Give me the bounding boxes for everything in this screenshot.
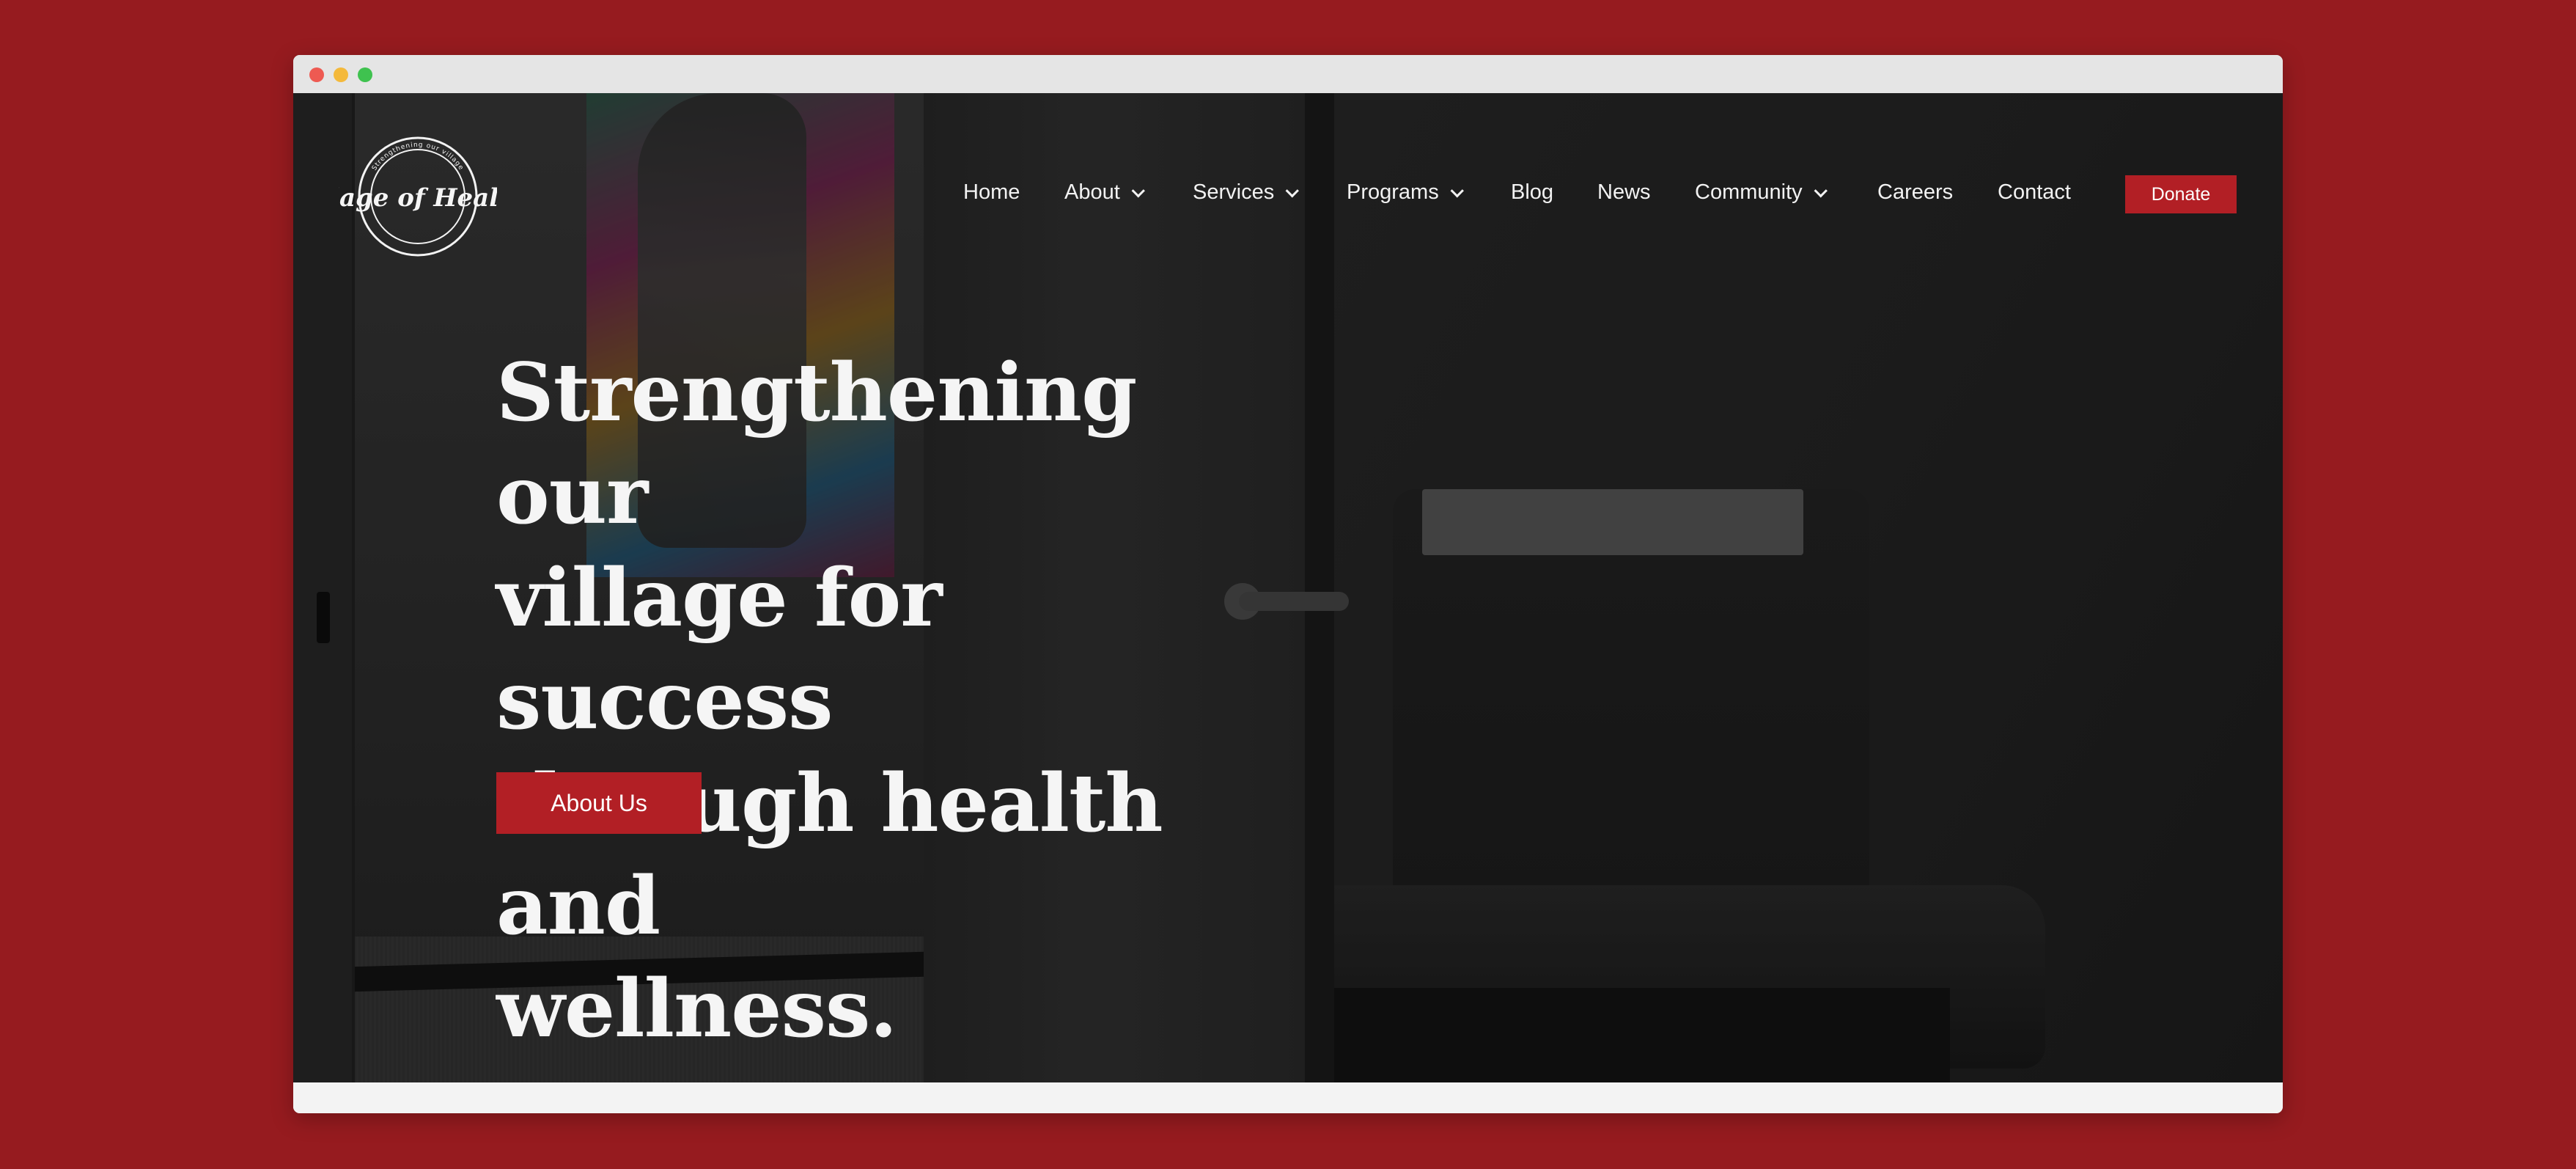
nav-item-label: Community [1695, 180, 1803, 204]
main-navigation: Home About Services Programs Blog News C… [293, 174, 2283, 210]
chevron-down-icon [1814, 184, 1828, 198]
nav-item-blog[interactable]: Blog [1511, 174, 1553, 210]
nav-item-label: About [1064, 180, 1120, 204]
nav-item-services[interactable]: Services [1193, 174, 1300, 210]
nav-item-label: Careers [1877, 180, 1954, 204]
nav-item-about[interactable]: About [1064, 174, 1145, 210]
page-bottom-strip [293, 1082, 2283, 1113]
nav-item-home[interactable]: Home [963, 174, 1020, 210]
hero-title-line: village for success [496, 551, 943, 747]
browser-window: Village of Healing Strengthening our vil… [293, 55, 2283, 1113]
hero-section: Village of Healing Strengthening our vil… [293, 93, 2283, 1082]
browser-titlebar [293, 55, 2283, 93]
donate-button[interactable]: Donate [2125, 175, 2237, 213]
nav-item-label: Programs [1347, 180, 1439, 204]
nav-item-label: Contact [1998, 180, 2071, 204]
about-us-button[interactable]: About Us [496, 772, 702, 834]
nav-item-news[interactable]: News [1597, 174, 1651, 210]
nav-item-label: Blog [1511, 180, 1554, 204]
logo-ring-text: Strengthening our village [371, 142, 464, 172]
hero-title-line: Strengthening our [496, 345, 1137, 542]
nav-item-contact[interactable]: Contact [1998, 174, 2071, 210]
hero-title-line: wellness. [496, 961, 897, 1055]
svg-text:Strengthening our village: Strengthening our village [371, 142, 465, 172]
chevron-down-icon [1131, 184, 1145, 198]
nav-item-community[interactable]: Community [1695, 174, 1828, 210]
nav-item-label: Home [963, 180, 1020, 204]
nav-item-careers[interactable]: Careers [1877, 174, 1953, 210]
chevron-down-icon [1285, 184, 1300, 198]
minimize-window-dot[interactable] [334, 67, 348, 82]
nav-item-label: News [1597, 180, 1651, 204]
chevron-down-icon [1450, 184, 1464, 198]
close-window-dot[interactable] [309, 67, 324, 82]
hero-title: Strengthening our village for success th… [496, 341, 1303, 1060]
nav-item-label: Services [1193, 180, 1275, 204]
nav-item-programs[interactable]: Programs [1347, 174, 1464, 210]
maximize-window-dot[interactable] [358, 67, 372, 82]
